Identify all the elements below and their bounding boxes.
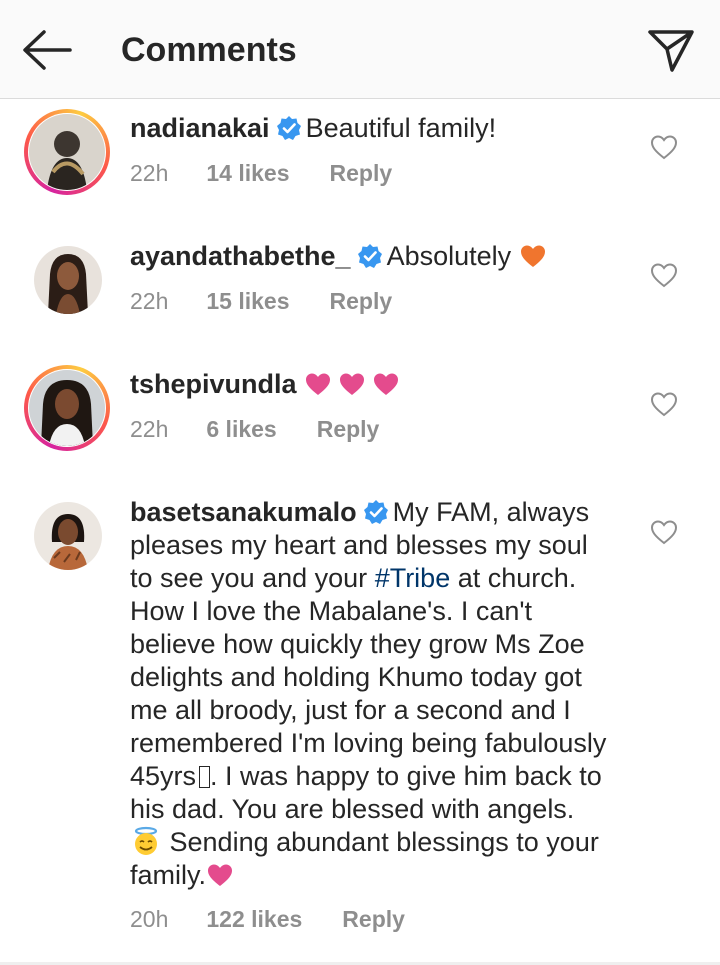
reply-button[interactable]: Reply <box>330 286 393 316</box>
avatar-photo <box>29 370 105 446</box>
avatar[interactable] <box>34 246 102 314</box>
comments-header: Comments <box>0 0 720 99</box>
comment-username[interactable]: ayandathabethe_ <box>130 241 351 271</box>
hashtag-link[interactable]: #Tribe <box>375 563 451 593</box>
avatar-photo <box>34 246 102 314</box>
comment-time: 20h <box>130 906 169 932</box>
reply-button[interactable]: Reply <box>342 904 405 934</box>
verified-badge-icon <box>363 500 388 524</box>
reply-button[interactable]: Reply <box>330 158 393 188</box>
comment-time: 22h <box>130 416 169 442</box>
comment-time: 22h <box>130 160 169 186</box>
reply-button[interactable]: Reply <box>317 414 380 444</box>
verified-badge-icon <box>357 244 382 268</box>
avatar-photo <box>34 502 102 570</box>
like-heart-icon[interactable] <box>650 391 678 417</box>
comment-username[interactable]: tshepivundla <box>130 369 297 399</box>
unrendered-emoji-glyph <box>199 766 211 788</box>
page-title: Comments <box>121 31 297 69</box>
comment-likes[interactable]: 122 likes <box>206 904 302 934</box>
comment-text: at church. How I love the Mabalane's. I … <box>130 563 607 791</box>
avatar[interactable] <box>24 109 110 195</box>
verified-badge-icon <box>276 116 301 140</box>
pink-heart-icon <box>374 373 399 395</box>
avatar[interactable] <box>34 502 102 570</box>
comment-username[interactable]: nadianakai <box>130 113 270 143</box>
comment-username[interactable]: basetsanakumalo <box>130 497 357 527</box>
comment-likes[interactable]: 15 likes <box>206 286 289 316</box>
avatar-photo <box>29 114 105 190</box>
avatar[interactable] <box>24 365 110 451</box>
pink-heart-icon <box>208 864 233 886</box>
comment-likes[interactable]: 6 likes <box>206 414 276 444</box>
direct-send-icon <box>648 30 694 72</box>
like-heart-icon[interactable] <box>650 519 678 545</box>
orange-heart-icon <box>520 245 545 267</box>
comment-emoji-hearts <box>304 369 400 399</box>
direct-share-button[interactable] <box>646 26 696 74</box>
comment-text: Absolutely <box>386 241 512 271</box>
smiling-face-with-halo-icon <box>134 826 158 855</box>
comment-time: 22h <box>130 288 169 314</box>
comment-text: Beautiful family! <box>305 113 497 143</box>
pink-heart-icon <box>340 373 365 395</box>
back-arrow-icon <box>23 30 72 70</box>
comment-likes[interactable]: 14 likes <box>206 158 289 188</box>
pink-heart-icon <box>306 373 331 395</box>
like-heart-icon[interactable] <box>650 134 678 160</box>
like-heart-icon[interactable] <box>650 262 678 288</box>
back-button[interactable] <box>20 28 74 72</box>
comment-text: Sending abundant blessings to your famil… <box>130 827 599 890</box>
